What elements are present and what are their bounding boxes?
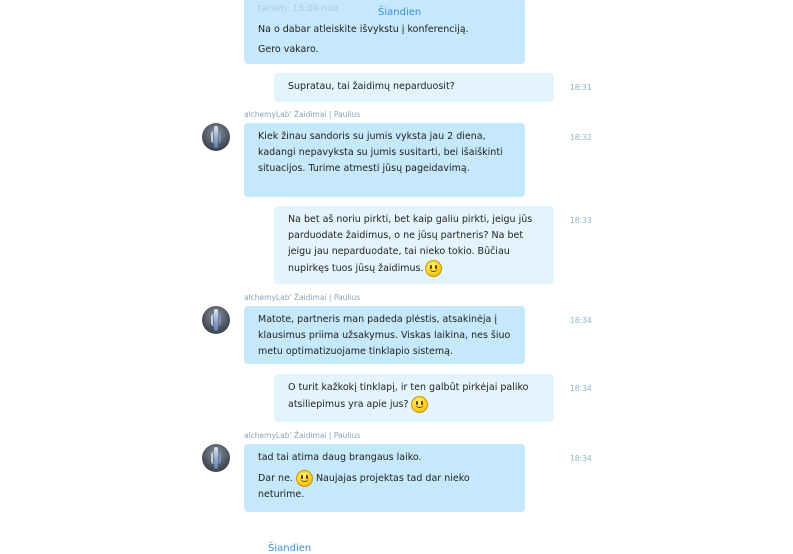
message-bubble-outgoing: Na bet aš noriu pirkti, bet kaip galiu p… xyxy=(274,206,554,284)
faded-text: tarsim: 15:00 nuo xyxy=(258,4,339,14)
message-time: 18:32 xyxy=(570,133,592,142)
message-time: 18:34 xyxy=(570,454,592,463)
message-text: Matote, partneris man padeda plėstis, at… xyxy=(258,314,511,357)
sender-name[interactable]: alchemyLab' Žaidimai | Paulius xyxy=(244,293,360,302)
message-bubble-incoming: tad tai atima daug brangaus laiko. Dar n… xyxy=(244,444,525,512)
smiley-icon xyxy=(425,260,443,277)
date-separator[interactable]: Šiandien xyxy=(378,7,421,18)
avatar[interactable] xyxy=(202,123,230,151)
message-text: O turit kažkokį tinklapį, ir ten galbūt … xyxy=(288,382,529,410)
message-time: 18:34 xyxy=(570,316,592,325)
avatar[interactable] xyxy=(202,444,230,472)
message-text: tad tai atima daug brangaus laiko. xyxy=(258,452,422,463)
sender-name[interactable]: alchemyLab' Žaidimai | Paulius xyxy=(244,110,360,119)
message-text: Dar ne. xyxy=(258,473,293,484)
message-bubble-outgoing: Supratau, tai žaidimų neparduosit? xyxy=(274,73,554,102)
message-time: 18:31 xyxy=(570,83,592,92)
chat-history: Na o dabar atleiskite išvykstu į konfere… xyxy=(0,0,793,554)
message-bubble-outgoing: O turit kažkokį tinklapį, ir ten galbūt … xyxy=(274,374,554,422)
message-time: 18:33 xyxy=(570,216,592,225)
message-text: Kiek žinau sandoris su jumis vyksta jau … xyxy=(258,131,503,174)
message-text: Supratau, tai žaidimų neparduosit? xyxy=(288,81,455,92)
message-text: Gero vakaro. xyxy=(258,44,319,55)
avatar[interactable] xyxy=(202,306,230,334)
message-time: 18:34 xyxy=(570,384,592,393)
sender-name[interactable]: alchemyLab' Žaidimai | Paulius xyxy=(244,431,360,440)
message-text: Na o dabar atleiskite išvykstu į konfere… xyxy=(258,24,469,35)
smiley-icon xyxy=(295,470,313,487)
message-text: Na bet aš noriu pirkti, bet kaip galiu p… xyxy=(288,214,533,274)
message-bubble-incoming: Kiek žinau sandoris su jumis vyksta jau … xyxy=(244,123,525,197)
smiley-icon xyxy=(410,396,428,413)
message-bubble-incoming: Matote, partneris man padeda plėstis, at… xyxy=(244,306,525,364)
